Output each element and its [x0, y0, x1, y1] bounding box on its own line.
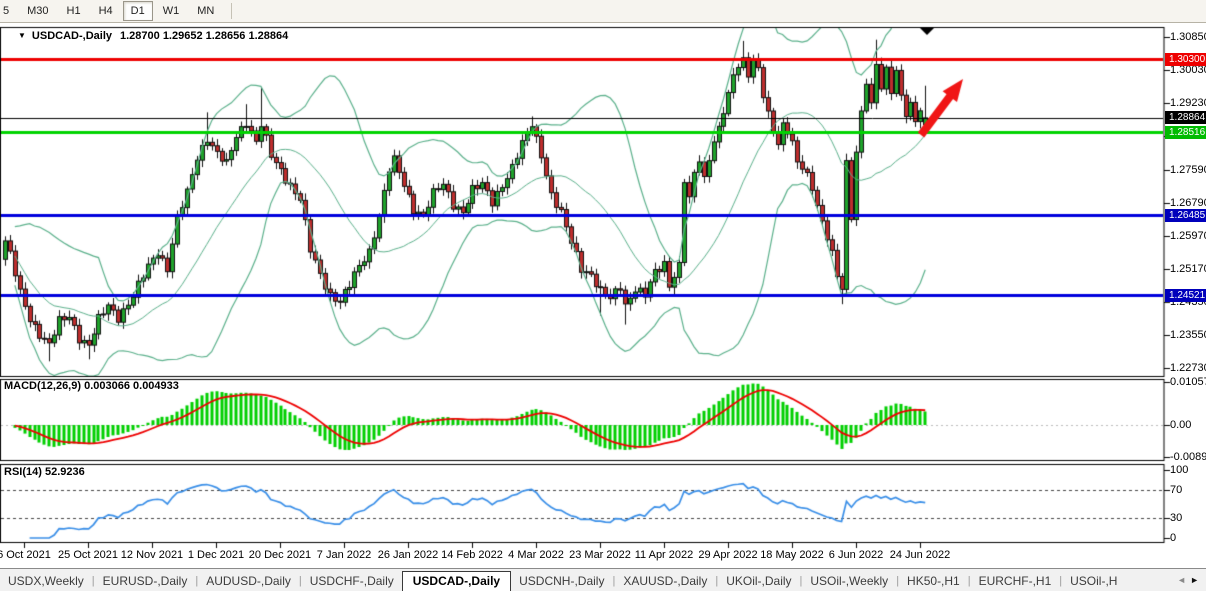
- chart-canvas[interactable]: [0, 0, 1206, 568]
- timeframe-button-h4[interactable]: H4: [91, 1, 121, 21]
- mt4-window: 5M30H1H4D1W1MN ▼ USDCAD-,Daily 1.28700 1.2…: [0, 0, 1206, 591]
- rsi-axis-label-100: 100: [1170, 464, 1188, 476]
- tab-usdx-weekly[interactable]: USDX,Weekly: [0, 571, 92, 591]
- price-axis-label-1-25970: 1.25970: [1170, 230, 1206, 242]
- rsi-axis-label-70: 70: [1170, 484, 1182, 496]
- timeframe-button-5[interactable]: 5: [0, 1, 17, 21]
- price-label-box-1-30300: 1.30300: [1165, 53, 1206, 66]
- timeframe-button-d1[interactable]: D1: [123, 1, 153, 21]
- tab-usdcad-daily[interactable]: USDCAD-,Daily: [402, 571, 511, 591]
- tab-hk50-h1[interactable]: HK50-,H1: [899, 571, 968, 591]
- timeframe-button-mn[interactable]: MN: [189, 1, 222, 21]
- tab-eurchf-h1[interactable]: EURCHF-,H1: [971, 571, 1060, 591]
- price-axis-label-1-29230: 1.29230: [1170, 97, 1206, 109]
- price-label-box-1-28516: 1.28516: [1165, 126, 1206, 139]
- date-axis-label-24-jun-2022: 24 Jun 2022: [878, 549, 962, 561]
- tab-scroll-right-icon[interactable]: ►: [1190, 575, 1203, 585]
- symbol-marker-icon: ▼: [18, 31, 26, 40]
- macd-axis-label-0-00: 0.00: [1170, 419, 1191, 431]
- chart-title: USDCAD-,Daily: [32, 30, 112, 42]
- tab-scroll-left-icon[interactable]: ◄: [1177, 575, 1190, 585]
- toolbar-separator: [231, 3, 232, 19]
- rsi-axis-label-0: 0: [1170, 532, 1176, 544]
- chart-ohlc-values: 1.28700 1.29652 1.28656 1.28864: [120, 30, 288, 42]
- price-axis-label-1-25170: 1.25170: [1170, 263, 1206, 275]
- chart-title-row: ▼ USDCAD-,Daily 1.28700 1.29652 1.28656 1.…: [18, 30, 288, 42]
- tab-scroll-arrows: ◄►: [1173, 575, 1203, 585]
- timeframe-button-m30[interactable]: M30: [19, 1, 56, 21]
- tab-xauusd-daily[interactable]: XAUUSD-,Daily: [615, 571, 715, 591]
- macd-label: MACD(12,26,9) 0.003066 0.004933: [4, 380, 179, 392]
- price-label-box-1-28864: 1.28864: [1165, 111, 1206, 124]
- price-axis-label-1-30850: 1.30850: [1170, 31, 1206, 43]
- tab-eurusd-daily[interactable]: EURUSD-,Daily: [95, 571, 196, 591]
- chart-tab-bar: USDX,Weekly|EURUSD-,Daily|AUDUSD-,Daily|…: [0, 568, 1206, 591]
- price-axis-label-1-22730: 1.22730: [1170, 362, 1206, 374]
- price-axis-label-1-26790: 1.26790: [1170, 197, 1206, 209]
- tab-audusd-daily[interactable]: AUDUSD-,Daily: [198, 571, 299, 591]
- price-label-box-1-24521: 1.24521: [1165, 289, 1206, 302]
- price-axis-label-1-23550: 1.23550: [1170, 329, 1206, 341]
- macd-axis-label-0-00896: -0.00896: [1170, 451, 1206, 463]
- tab-usoil-weekly[interactable]: USOil-,Weekly: [802, 571, 896, 591]
- timeframe-button-w1[interactable]: W1: [155, 1, 188, 21]
- tab-usoil-h[interactable]: USOil-,H: [1062, 571, 1125, 591]
- tab-usdcnh-daily[interactable]: USDCNH-,Daily: [511, 571, 612, 591]
- tab-usdchf-daily[interactable]: USDCHF-,Daily: [302, 571, 402, 591]
- price-label-box-1-26485: 1.26485: [1165, 209, 1206, 222]
- rsi-label: RSI(14) 52.9236: [4, 466, 85, 478]
- rsi-axis-label-30: 30: [1170, 512, 1182, 524]
- timeframe-toolbar: 5M30H1H4D1W1MN: [0, 0, 1206, 23]
- macd-axis-label-0-010578: 0.010578: [1170, 376, 1206, 388]
- timeframe-button-h1[interactable]: H1: [59, 1, 89, 21]
- price-axis-label-1-27590: 1.27590: [1170, 164, 1206, 176]
- tab-ukoil-daily[interactable]: UKOil-,Daily: [718, 571, 799, 591]
